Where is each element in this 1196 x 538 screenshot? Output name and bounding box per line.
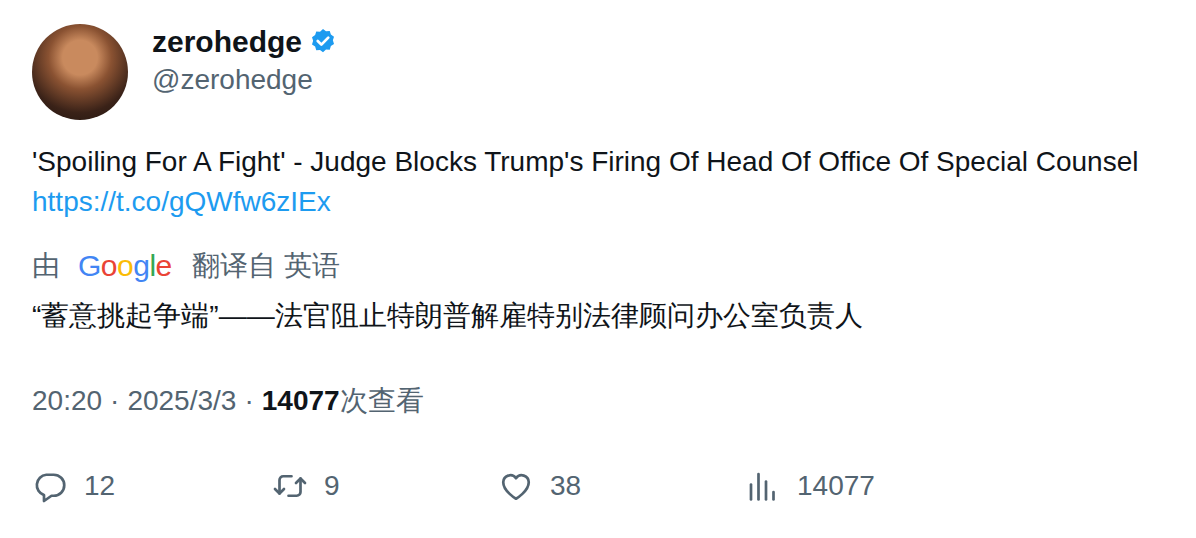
- translation-prefix: 由: [32, 248, 60, 284]
- like-button[interactable]: 38: [498, 466, 745, 506]
- translated-text: “蓄意挑起争端”——法官阻止特朗普解雇特别法律顾问办公室负责人: [32, 296, 1164, 336]
- name-row: zerohedge: [152, 24, 338, 60]
- avatar-image[interactable]: [32, 24, 128, 120]
- translation-source[interactable]: 翻译自 英语: [192, 248, 340, 284]
- tweet-meta: 20:20·2025/3/3·14077次查看: [32, 384, 1164, 418]
- retweet-icon: [272, 468, 308, 504]
- tweet-link[interactable]: https://t.co/gQWfw6zIEx: [32, 186, 331, 217]
- tweet-text: 'Spoiling For A Fight' - Judge Blocks Tr…: [32, 142, 1164, 222]
- reply-count: 12: [84, 466, 115, 506]
- action-bar: 12 9 38 14077: [32, 466, 1164, 506]
- view-count: 14077: [262, 384, 340, 418]
- views-button[interactable]: 14077: [745, 466, 875, 506]
- reply-button[interactable]: 12: [32, 466, 272, 506]
- tweet-body: 'Spoiling For A Fight' - Judge Blocks Tr…: [32, 146, 1138, 177]
- display-name[interactable]: zerohedge: [152, 24, 302, 60]
- retweet-button[interactable]: 9: [272, 466, 498, 506]
- user-handle[interactable]: @zerohedge: [152, 62, 338, 98]
- views-icon: [745, 468, 781, 504]
- retweet-count: 9: [324, 466, 340, 506]
- tweet-time[interactable]: 20:20: [32, 384, 102, 418]
- views-label: 次查看: [340, 384, 424, 418]
- tweet-header: zerohedge@zerohedge: [32, 24, 1164, 120]
- verified-icon: [308, 27, 338, 57]
- like-count: 38: [550, 466, 581, 506]
- account-info: zerohedge@zerohedge: [128, 24, 338, 98]
- views-count: 14077: [797, 466, 875, 506]
- google-logo[interactable]: Google: [78, 248, 172, 284]
- like-icon: [498, 468, 534, 504]
- separator: ·: [244, 384, 253, 418]
- reply-icon: [32, 468, 68, 504]
- tweet-date[interactable]: 2025/3/3: [127, 384, 236, 418]
- separator: ·: [110, 384, 119, 418]
- translation-credit: 由 Google 翻译自 英语: [32, 248, 1164, 284]
